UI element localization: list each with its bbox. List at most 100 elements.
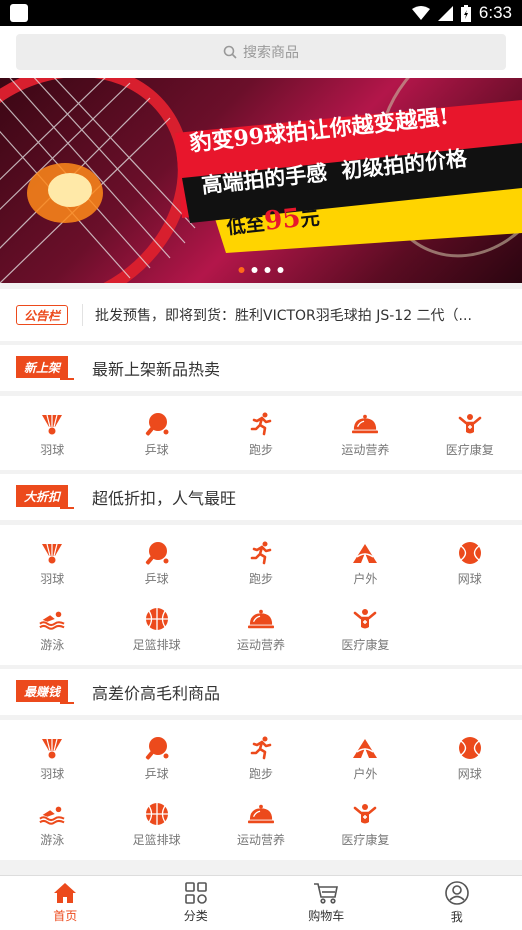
swimming-icon bbox=[39, 608, 65, 630]
badge-tail bbox=[60, 696, 74, 704]
category-label: 网球 bbox=[457, 766, 482, 781]
swimming-icon bbox=[39, 803, 65, 825]
category-item[interactable]: 医疗康复 bbox=[313, 597, 417, 663]
pager-dot[interactable] bbox=[277, 267, 284, 273]
notice-tag: 公告栏 bbox=[16, 303, 72, 327]
sections-container: 新上架 最新上架新品热卖 羽球 乒球 跑步 运动营养 医疗康复 大折扣 超低折扣，人气最旺 羽球乒… bbox=[0, 345, 522, 860]
category-label: 羽球 bbox=[40, 442, 65, 457]
section-header[interactable]: 新上架 最新上架新品热卖 bbox=[0, 345, 522, 391]
app-notification-icon bbox=[10, 4, 28, 22]
status-bar: 6:33 bbox=[0, 0, 522, 26]
category-item[interactable]: 医疗康复 bbox=[313, 792, 417, 858]
category-item[interactable]: 网球 bbox=[418, 726, 522, 792]
section-header[interactable]: 最赚钱 高差价高毛利商品 bbox=[0, 669, 522, 715]
category-icon bbox=[184, 882, 207, 904]
clock: 6:33 bbox=[478, 3, 512, 22]
wifi-icon bbox=[411, 6, 430, 20]
shuttlecock-icon bbox=[39, 542, 65, 564]
category-item[interactable]: 乒球 bbox=[104, 402, 208, 468]
category-item[interactable]: 跑步 bbox=[209, 402, 313, 468]
search-icon bbox=[223, 45, 237, 59]
section-badge: 大折扣 bbox=[16, 485, 74, 509]
rehab-icon bbox=[352, 608, 378, 630]
tennis-icon bbox=[457, 541, 483, 564]
pingpong-icon bbox=[144, 412, 170, 436]
category-label: 羽球 bbox=[40, 571, 65, 586]
category-item[interactable]: 羽球 bbox=[0, 726, 104, 792]
search-input[interactable]: 搜索商品 bbox=[16, 34, 506, 70]
battery-icon bbox=[460, 4, 471, 22]
pager-dot[interactable] bbox=[238, 267, 245, 273]
tab-cart[interactable]: 购物车 bbox=[261, 876, 392, 930]
nutrition-icon bbox=[247, 803, 274, 825]
notice-bar[interactable]: 公告栏 批发预售，即将到货：胜利VICTOR羽毛球拍 JS-12 二代（... bbox=[0, 289, 522, 341]
pingpong-icon bbox=[144, 541, 170, 565]
category-item[interactable]: 羽球 bbox=[0, 531, 104, 597]
category-label: 乒球 bbox=[144, 766, 169, 781]
tab-me[interactable]: 我 bbox=[392, 876, 522, 930]
tennis-icon bbox=[457, 736, 483, 759]
category-item[interactable]: 网球 bbox=[418, 531, 522, 597]
tab-category[interactable]: 分类 bbox=[131, 876, 262, 930]
category-item[interactable]: 足篮排球 bbox=[104, 792, 208, 858]
section-header[interactable]: 大折扣 超低折扣，人气最旺 bbox=[0, 474, 522, 520]
divider bbox=[82, 304, 83, 326]
running-icon bbox=[248, 412, 274, 435]
banner-price-prefix: 低至 bbox=[225, 212, 266, 239]
category-label: 足篮排球 bbox=[132, 637, 181, 652]
search-bar-container: 搜索商品 bbox=[0, 26, 522, 78]
category-grid: 羽球 乒球 跑步 户外 网球游泳 足篮排球 运动营养 医疗康复 bbox=[0, 525, 522, 665]
category-item[interactable]: 运动营养 bbox=[209, 597, 313, 663]
running-icon bbox=[248, 736, 274, 759]
category-item[interactable]: 运动营养 bbox=[209, 792, 313, 858]
category-grid: 羽球 乒球 跑步 户外 网球游泳 足篮排球 运动营养 医疗康复 bbox=[0, 720, 522, 860]
banner-price-suffix: 元 bbox=[299, 207, 321, 232]
pingpong-icon bbox=[144, 736, 170, 760]
category-label: 运动营养 bbox=[236, 832, 285, 847]
section-badge: 新上架 bbox=[16, 356, 74, 380]
pager-dot[interactable] bbox=[264, 267, 271, 273]
category-item[interactable]: 户外 bbox=[313, 726, 417, 792]
category-item[interactable]: 运动营养 bbox=[313, 402, 417, 468]
category-item[interactable]: 游泳 bbox=[0, 597, 104, 663]
tab-label: 分类 bbox=[183, 909, 208, 923]
category-item[interactable]: 跑步 bbox=[209, 531, 313, 597]
rehab-icon bbox=[352, 803, 378, 825]
category-label: 游泳 bbox=[40, 832, 65, 847]
category-label: 医疗康复 bbox=[341, 637, 390, 652]
section-title: 超低折扣，人气最旺 bbox=[92, 489, 237, 508]
nutrition-icon bbox=[352, 413, 379, 435]
shuttlecock-icon bbox=[39, 413, 65, 435]
category-label: 跑步 bbox=[248, 571, 273, 586]
notice-tag-label: 公告栏 bbox=[16, 305, 68, 325]
user-icon bbox=[444, 881, 469, 905]
section-title: 高差价高毛利商品 bbox=[92, 684, 221, 703]
tab-home[interactable]: 首页 bbox=[0, 876, 131, 930]
notice-text: 批发预售，即将到货：胜利VICTOR羽毛球拍 JS-12 二代（... bbox=[95, 308, 472, 324]
home-icon bbox=[54, 883, 77, 903]
pager-dot[interactable] bbox=[251, 267, 258, 273]
tab-label: 首页 bbox=[53, 909, 78, 923]
category-item[interactable]: 户外 bbox=[313, 531, 417, 597]
shuttlecock-icon bbox=[39, 737, 65, 759]
category-label: 羽球 bbox=[40, 766, 65, 781]
category-item[interactable]: 足篮排球 bbox=[104, 597, 208, 663]
signal-icon bbox=[437, 5, 453, 21]
category-item[interactable]: 医疗康复 bbox=[418, 402, 522, 468]
running-icon bbox=[248, 541, 274, 564]
category-item[interactable]: 乒球 bbox=[104, 726, 208, 792]
category-label: 网球 bbox=[457, 571, 482, 586]
category-label: 户外 bbox=[353, 766, 378, 781]
search-placeholder: 搜索商品 bbox=[243, 45, 299, 61]
bottom-tab-bar: 首页 分类 购物车 我 bbox=[0, 875, 522, 930]
category-item[interactable]: 乒球 bbox=[104, 531, 208, 597]
rehab-icon bbox=[457, 413, 483, 435]
category-item[interactable]: 游泳 bbox=[0, 792, 104, 858]
section-badge: 最赚钱 bbox=[16, 680, 74, 704]
category-item[interactable]: 羽球 bbox=[0, 402, 104, 468]
outdoor-icon bbox=[352, 542, 378, 564]
category-label: 乒球 bbox=[144, 442, 169, 457]
promo-banner[interactable]: 豹变99球拍让你越变越强! 高端拍的手感 初级拍的价格 低至95元 bbox=[0, 78, 522, 283]
category-item[interactable]: 跑步 bbox=[209, 726, 313, 792]
badge-tail bbox=[60, 501, 74, 509]
